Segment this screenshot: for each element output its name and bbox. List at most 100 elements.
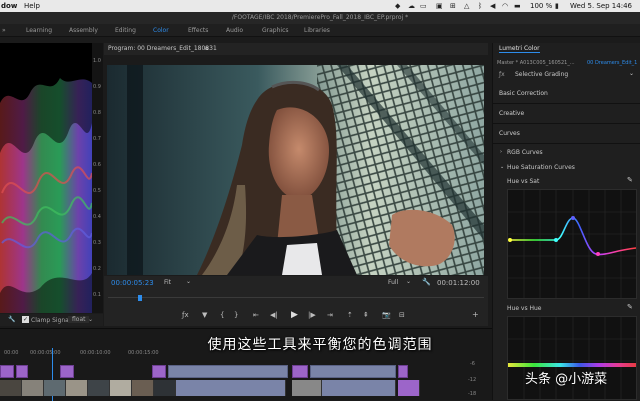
hue-vs-sat-curve[interactable] bbox=[507, 189, 637, 299]
zoom-fit-select[interactable]: Fit bbox=[164, 279, 171, 286]
screen-icon[interactable]: ▣ bbox=[436, 2, 443, 10]
airplay-icon[interactable]: △ bbox=[464, 2, 469, 10]
panel-menu-icon[interactable]: ≡ bbox=[204, 45, 209, 52]
clip-thumbnail[interactable] bbox=[22, 380, 44, 396]
scale-label: 0.3 bbox=[93, 240, 101, 246]
timeline-clip[interactable] bbox=[168, 365, 288, 378]
bit-depth-select[interactable]: float bbox=[68, 316, 90, 323]
curve-point bbox=[571, 216, 575, 220]
timeline-clip[interactable] bbox=[16, 365, 28, 378]
chevron-right-icon[interactable]: › bbox=[500, 149, 502, 155]
lift-icon[interactable]: ⇡ bbox=[347, 311, 353, 319]
fx-icon[interactable]: ƒx bbox=[499, 71, 505, 78]
go-to-out-icon[interactable]: ⇥ bbox=[327, 311, 333, 319]
clip-thumbnail[interactable] bbox=[292, 380, 322, 396]
watermark: 头条 @小游菜 bbox=[525, 372, 608, 387]
tab-effects[interactable]: Effects bbox=[188, 27, 208, 34]
fx-toggle-icon[interactable]: ƒx bbox=[182, 311, 189, 319]
wrench-icon[interactable]: 🔧 bbox=[422, 278, 431, 286]
clip-thumbnail[interactable] bbox=[66, 380, 88, 396]
timeline-clip[interactable] bbox=[60, 365, 74, 378]
extract-icon[interactable]: ⇞ bbox=[363, 311, 369, 319]
chevron-down-icon[interactable]: ⌄ bbox=[629, 70, 634, 77]
timeline-clip[interactable] bbox=[398, 365, 408, 378]
mark-out-icon[interactable]: } bbox=[234, 311, 238, 319]
scale-label: 0.6 bbox=[93, 162, 101, 168]
video-subtitle: 使用这些工具来平衡您的色调范围 bbox=[207, 337, 433, 353]
rgb-curves-toggle[interactable]: RGB Curves bbox=[507, 149, 543, 156]
tab-libraries[interactable]: Libraries bbox=[304, 27, 330, 34]
program-monitor-controls: 00:00:05:23 Fit ⌄ Full ⌄ 🔧 00:01:12:00 ƒ… bbox=[104, 276, 488, 326]
master-clip-select[interactable]: Master * A013C005_160521_... bbox=[497, 60, 575, 66]
clip-thumbnail[interactable] bbox=[88, 380, 110, 396]
resolution-select[interactable]: Full bbox=[388, 279, 398, 286]
section-basic-correction[interactable]: Basic Correction bbox=[499, 90, 548, 97]
clip-thumbnail[interactable] bbox=[398, 380, 420, 396]
clip-thumbnail[interactable] bbox=[176, 380, 286, 396]
video-track-v2 bbox=[0, 365, 420, 378]
section-creative[interactable]: Creative bbox=[499, 110, 524, 117]
tab-graphics[interactable]: Graphics bbox=[262, 27, 289, 34]
grid-icon[interactable]: ⊞ bbox=[450, 2, 456, 10]
add-button-icon[interactable]: + bbox=[472, 310, 479, 319]
dropbox-icon[interactable]: ◆ bbox=[395, 2, 400, 10]
wrench-icon[interactable]: 🔧 bbox=[8, 316, 15, 323]
chevron-down-icon[interactable]: ⌄ bbox=[88, 316, 93, 323]
scale-label: 0.7 bbox=[93, 136, 101, 142]
clip-thumbnail[interactable] bbox=[154, 380, 176, 396]
lumetri-title[interactable]: Lumetri Color bbox=[499, 45, 540, 53]
mark-in-icon[interactable]: { bbox=[220, 311, 224, 319]
battery-icon[interactable]: ▬ bbox=[514, 2, 521, 10]
program-video-frame bbox=[107, 65, 484, 275]
clip-thumbnail[interactable] bbox=[44, 380, 66, 396]
menu-item-help[interactable]: Help bbox=[24, 2, 40, 10]
menu-item-window[interactable]: dow bbox=[1, 2, 17, 10]
step-back-icon[interactable]: ◀| bbox=[270, 311, 278, 319]
effect-preset-select[interactable]: Selective Grading bbox=[515, 71, 568, 78]
playhead-marker[interactable] bbox=[137, 295, 142, 301]
clip-thumbnail[interactable] bbox=[132, 380, 154, 396]
chevron-down-icon[interactable]: ⌄ bbox=[500, 164, 504, 170]
timeline-clip[interactable] bbox=[152, 365, 166, 378]
go-to-in-icon[interactable]: ⇤ bbox=[253, 311, 259, 319]
chevron-down-icon[interactable]: ⌄ bbox=[186, 278, 191, 285]
timeline-clip[interactable] bbox=[0, 365, 14, 378]
tab-learning[interactable]: Learning bbox=[26, 27, 52, 34]
timeline-clip[interactable] bbox=[292, 365, 308, 378]
tab-editing[interactable]: Editing bbox=[115, 27, 136, 34]
tab-color[interactable]: Color bbox=[153, 27, 169, 34]
display-icon[interactable]: ▭ bbox=[420, 2, 427, 10]
tab-assembly[interactable]: Assembly bbox=[69, 27, 98, 34]
hue-vs-hue-curve[interactable] bbox=[507, 316, 637, 400]
scope-footer: 🔧 ✓ Clamp Signal float ⌄ bbox=[0, 314, 103, 326]
clip-thumbnail[interactable] bbox=[322, 380, 396, 396]
volume-icon[interactable]: ◀ bbox=[490, 2, 495, 10]
program-title[interactable]: Program: 00 Dreamers_Edit_180831 bbox=[108, 45, 217, 52]
hue-sat-curves-toggle[interactable]: Hue Saturation Curves bbox=[507, 164, 575, 171]
compare-view-icon[interactable]: ⊟ bbox=[399, 311, 405, 319]
video-still bbox=[107, 65, 484, 275]
sequence-clip-select[interactable]: 00 Dreamers_Edit_1 bbox=[587, 60, 637, 66]
clock[interactable]: Wed 5. Sep 14:46 bbox=[570, 2, 632, 10]
workspace-menu-icon[interactable]: » bbox=[2, 27, 6, 34]
camera-icon[interactable]: 📷 bbox=[382, 311, 391, 319]
scale-label: 1.0 bbox=[93, 58, 101, 64]
clip-thumbnail[interactable] bbox=[110, 380, 132, 396]
eyedropper-icon[interactable]: ✎ bbox=[627, 303, 633, 311]
playhead-scrubber[interactable] bbox=[108, 295, 484, 301]
wifi-icon[interactable]: ◠ bbox=[502, 2, 508, 10]
clamp-signal-checkbox[interactable]: ✓ bbox=[22, 316, 29, 323]
step-forward-icon[interactable]: |▶ bbox=[308, 311, 316, 319]
clip-thumbnail[interactable] bbox=[0, 380, 22, 396]
chevron-down-icon[interactable]: ⌄ bbox=[406, 278, 411, 285]
add-marker-icon[interactable]: ▼ bbox=[202, 311, 207, 319]
scale-label: 0.4 bbox=[93, 214, 101, 220]
current-timecode[interactable]: 00:00:05:23 bbox=[111, 279, 154, 287]
timeline-clip[interactable] bbox=[310, 365, 396, 378]
tab-audio[interactable]: Audio bbox=[226, 27, 243, 34]
eyedropper-icon[interactable]: ✎ bbox=[627, 176, 633, 184]
bluetooth-icon[interactable]: ᛒ bbox=[478, 2, 482, 10]
section-curves[interactable]: Curves bbox=[499, 130, 520, 137]
cloud-icon[interactable]: ☁ bbox=[408, 2, 415, 10]
play-icon[interactable]: ▶ bbox=[291, 310, 298, 320]
